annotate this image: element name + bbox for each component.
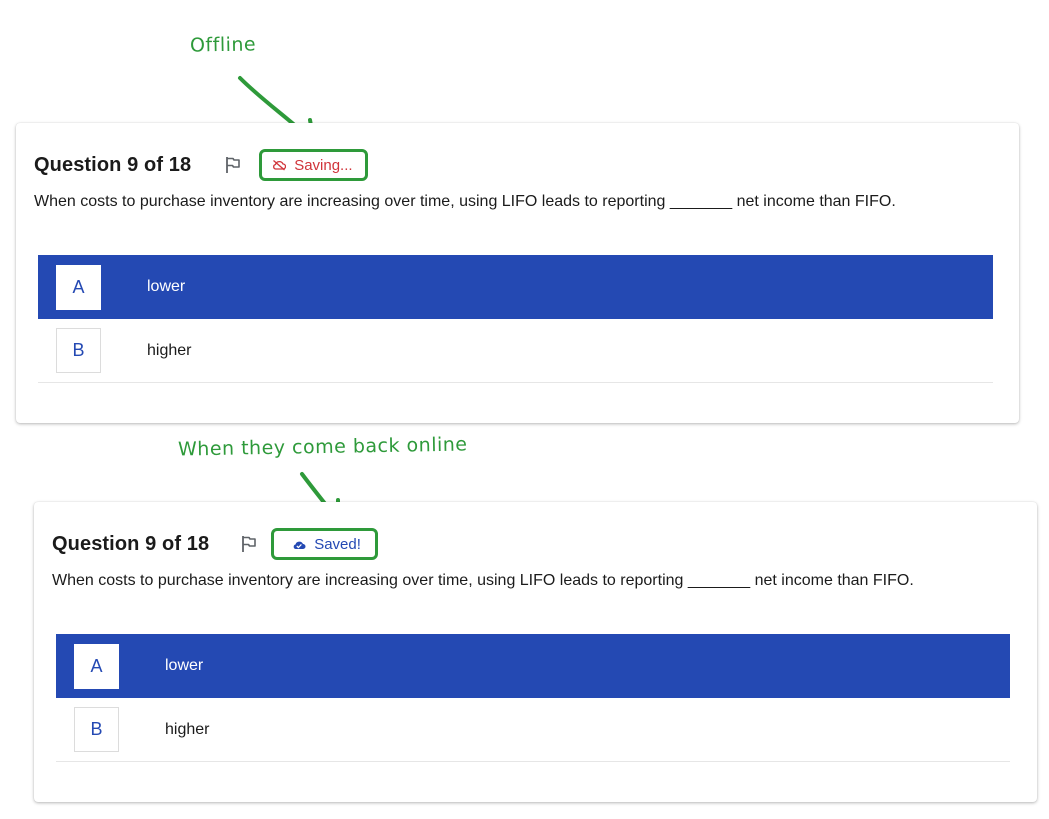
- option-label: higher: [147, 341, 192, 359]
- option-label: lower: [147, 278, 186, 295]
- save-status-badge: Saving...: [259, 149, 368, 181]
- offline-annotation: Offline: [189, 33, 257, 57]
- question-title: Question 9 of 18: [52, 532, 210, 555]
- flag-icon[interactable]: [223, 155, 243, 175]
- option-label: lower: [165, 657, 204, 674]
- answer-option-a[interactable]: A lower: [38, 255, 993, 319]
- cloud-saved-icon: [292, 539, 306, 550]
- screenshot-stage: Offline Question 9 of 18 Saving... When …: [0, 0, 1049, 819]
- question-text: When costs to purchase inventory are inc…: [34, 193, 896, 210]
- question-text: When costs to purchase inventory are inc…: [52, 572, 914, 589]
- option-letter: A: [74, 643, 119, 689]
- online-annotation: When they come back online: [177, 433, 468, 461]
- option-letter: B: [56, 328, 101, 373]
- answer-option-b[interactable]: B higher: [38, 319, 993, 383]
- option-letter: B: [74, 707, 119, 752]
- question-title: Question 9 of 18: [34, 153, 192, 176]
- question-header: Question 9 of 18 Saving...: [34, 148, 368, 182]
- option-letter: A: [56, 264, 101, 310]
- flag-icon[interactable]: [239, 534, 259, 554]
- question-header: Question 9 of 18 Saved!: [52, 527, 378, 561]
- save-status-label: Saving...: [294, 156, 353, 174]
- save-status-badge: Saved!: [271, 528, 378, 560]
- option-label: higher: [165, 720, 210, 738]
- answer-option-a[interactable]: A lower: [56, 634, 1010, 698]
- save-status-label: Saved!: [314, 535, 361, 553]
- answer-option-b[interactable]: B higher: [56, 698, 1010, 762]
- cloud-offline-icon: [272, 159, 287, 171]
